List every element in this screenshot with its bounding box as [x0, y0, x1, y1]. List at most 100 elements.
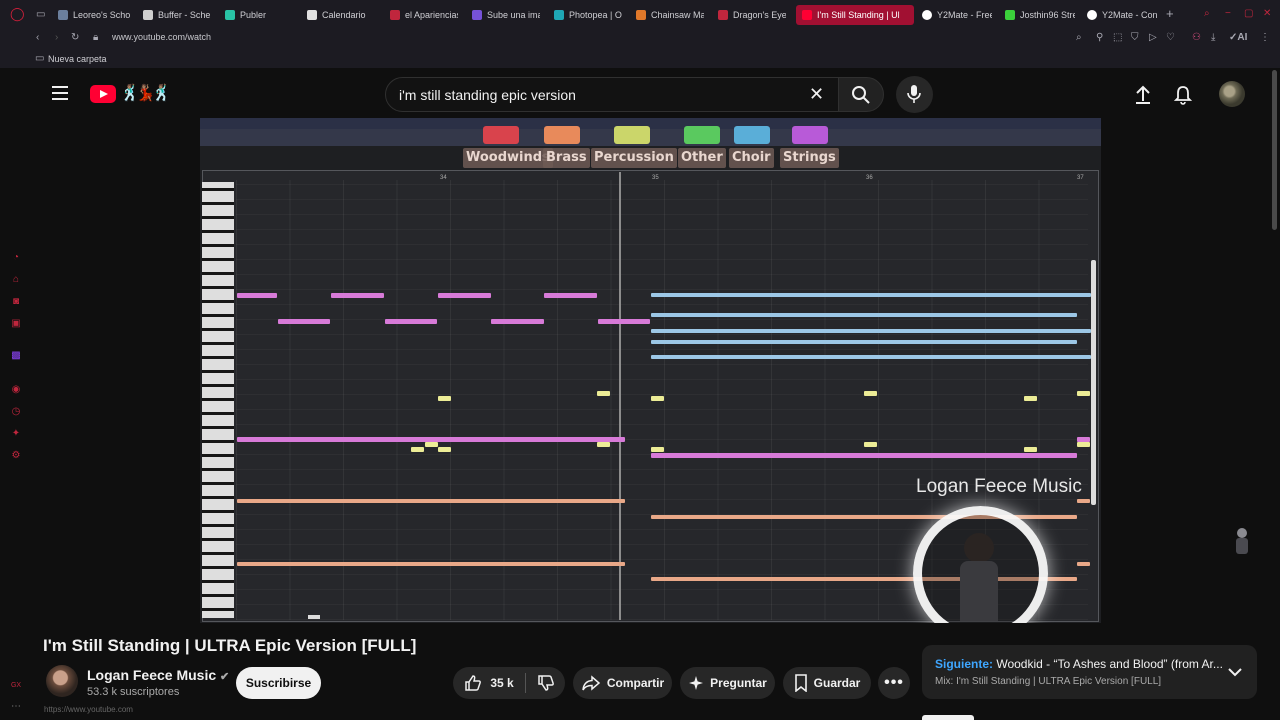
more-icon[interactable]: ⋯ — [10, 701, 22, 713]
bookmark-folder[interactable]: Nueva carpeta — [48, 54, 107, 64]
tab-0[interactable]: Leoreo's Scho — [58, 5, 130, 25]
tab-12[interactable]: Y2Mate - Con — [1087, 5, 1159, 25]
chevron-down-icon[interactable] — [1228, 667, 1242, 677]
voice-search-button[interactable] — [896, 76, 933, 113]
tab-10[interactable]: Y2Mate - Free — [922, 5, 992, 25]
midi-note — [651, 313, 1077, 317]
minimize-icon[interactable]: − — [1225, 8, 1231, 20]
forward-icon[interactable]: › — [55, 32, 58, 44]
tab-favicon — [1087, 10, 1097, 20]
youtube-logo-icon[interactable] — [90, 85, 116, 103]
channel-watermark: Logan Feece Music — [916, 476, 1082, 497]
menu-kebab-icon[interactable]: ⋮ — [1260, 32, 1270, 44]
up-next-card[interactable]: Siguiente: Woodkid - “To Ashes and Blood… — [922, 645, 1257, 699]
save-button[interactable]: Guardar — [783, 667, 871, 699]
profile-icon[interactable]: ⚇ — [1192, 32, 1201, 44]
adblock-icon[interactable]: ⛉ — [1131, 32, 1139, 44]
reload-icon[interactable]: ↻ — [71, 32, 79, 44]
tab-6[interactable]: Photopea | On — [554, 5, 622, 25]
user-avatar[interactable] — [1219, 81, 1245, 107]
tab-11[interactable]: Josthin96 Stre — [1005, 5, 1075, 25]
tab-7[interactable]: Chainsaw Man — [636, 5, 704, 25]
up-next-video-title: Woodkid - “To Ashes and Blood” (from Ar.… — [993, 657, 1223, 671]
subscribe-button[interactable]: Suscribirse — [236, 667, 321, 699]
opera-logo-icon[interactable]: ◯ — [10, 7, 25, 20]
midi-note — [1077, 442, 1090, 447]
tab-1[interactable]: Buffer - Sche — [143, 5, 211, 25]
browser-sidebar: ◔ ⌂ ◙ ▣ ▩ ◉ ◷ ✦ ⚙ GX ⋯ — [0, 68, 30, 720]
doodle-dancers-icon[interactable]: 🕺🏽💃🏽🕺🏽 — [120, 83, 172, 103]
whatsapp-icon[interactable]: ⌂ — [10, 274, 22, 286]
clock-icon[interactable]: ◷ — [10, 406, 22, 418]
channel-avatar[interactable] — [46, 665, 78, 697]
back-icon[interactable]: ‹ — [36, 32, 39, 44]
tab-active[interactable]: I'm Still Standing | Ul — [796, 5, 914, 25]
tab-5[interactable]: Sube una ima — [472, 5, 540, 25]
midi-note — [331, 293, 384, 298]
notifications-bell-icon[interactable] — [1174, 85, 1192, 105]
tab-favicon — [922, 10, 932, 20]
thumbs-up-icon — [465, 675, 482, 691]
search-input[interactable]: i'm still standing epic version ✕ — [385, 77, 840, 112]
floating-mascot-icon[interactable] — [1234, 528, 1250, 556]
midi-note — [651, 396, 664, 401]
tab-8[interactable]: Dragon's Eye — [718, 5, 786, 25]
mascot-figure — [964, 533, 994, 563]
gx-icon[interactable]: GX — [10, 680, 22, 692]
url-field[interactable]: www.youtube.com/watch — [112, 32, 211, 42]
search-tabs-icon[interactable]: ⌕ — [1204, 8, 1210, 20]
midi-note — [1024, 447, 1037, 452]
aria-ai-icon[interactable]: ✓AI — [1229, 32, 1247, 44]
player-icon[interactable]: ▷ — [1149, 32, 1157, 44]
midi-note — [411, 447, 424, 452]
midi-note — [651, 447, 664, 452]
upload-icon[interactable] — [1134, 85, 1152, 105]
browser-tab-bar: ◯ ▭ Leoreo's Scho Buffer - Sche Publer C… — [0, 0, 1280, 29]
ask-button[interactable]: Preguntar — [680, 667, 775, 699]
search-button[interactable] — [838, 77, 884, 112]
category-woodwinds: Woodwinds — [463, 148, 553, 168]
midi-note — [438, 447, 451, 452]
tab-4[interactable]: el Apariencias — [390, 5, 458, 25]
workspace-icon[interactable]: ▭ — [36, 9, 45, 21]
daw-toolbar — [200, 129, 1101, 146]
twitch-icon[interactable]: ▩ — [10, 350, 22, 362]
zoom-icon[interactable]: ⌕ — [1076, 32, 1082, 44]
record-icon[interactable]: ◉ — [10, 384, 22, 396]
video-player[interactable]: Woodwinds Brass Percussion Other Choir S… — [200, 118, 1101, 623]
more-horizontal-icon: ••• — [884, 674, 904, 691]
like-button[interactable]: 35 k — [453, 667, 525, 699]
share-arrow-icon — [582, 675, 600, 691]
maximize-icon[interactable]: ▢ — [1244, 8, 1253, 20]
messenger-icon[interactable]: ▣ — [10, 318, 22, 330]
page-scrollbar[interactable] — [1272, 70, 1277, 230]
clear-search-icon[interactable]: ✕ — [809, 84, 824, 105]
tab-label: Josthin96 Stre — [1020, 10, 1075, 20]
history-icon[interactable]: ◔ — [10, 252, 22, 264]
midi-note — [425, 442, 438, 447]
ask-label: Preguntar — [710, 676, 767, 690]
dislike-button[interactable] — [526, 667, 565, 699]
vertical-scroll-thumb — [1091, 260, 1096, 505]
bottom-scroll-indicator — [922, 715, 974, 720]
microphone-icon — [907, 85, 921, 103]
share-button[interactable]: Compartir — [573, 667, 672, 699]
midi-note — [651, 453, 1077, 458]
more-actions-button[interactable]: ••• — [878, 667, 910, 699]
tab-label: Chainsaw Man — [651, 10, 704, 20]
up-next-prefix: Siguiente: — [935, 657, 994, 671]
flow-icon[interactable]: ♡ — [1166, 32, 1175, 44]
close-window-icon[interactable]: ✕ — [1263, 8, 1271, 20]
pin-icon[interactable]: ⚲ — [1096, 32, 1103, 44]
tab-2[interactable]: Publer — [225, 5, 285, 25]
tab-3[interactable]: Calendario — [307, 5, 377, 25]
download-icon[interactable]: ⤓ — [1211, 32, 1215, 44]
midi-note — [237, 293, 277, 298]
extensions-icon[interactable]: ✦ — [10, 428, 22, 440]
hamburger-menu-icon[interactable] — [52, 86, 68, 100]
settings-icon[interactable]: ⚙ — [10, 450, 22, 462]
channel-name[interactable]: Logan Feece Music ✔ — [87, 667, 229, 683]
new-tab-icon[interactable]: + — [1166, 7, 1174, 20]
discord-icon[interactable]: ◙ — [10, 296, 22, 308]
snapshot-icon[interactable]: ⬚ — [1113, 32, 1122, 44]
